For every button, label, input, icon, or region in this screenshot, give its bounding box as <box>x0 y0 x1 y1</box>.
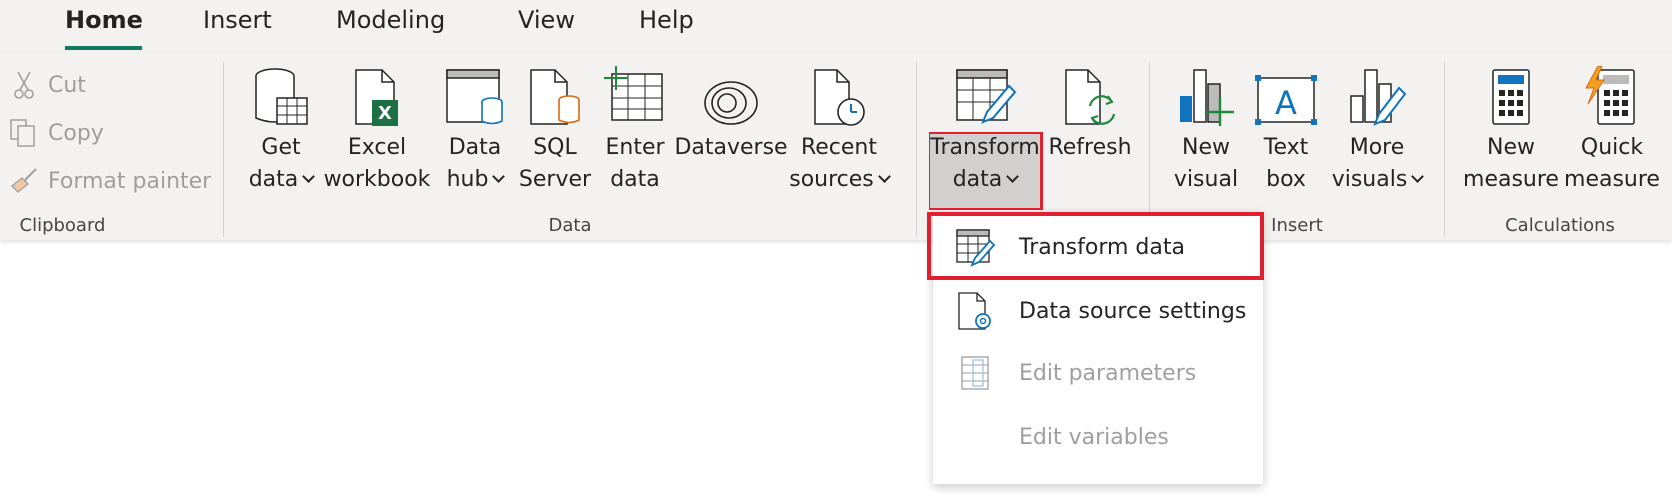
new-visual-line1: New <box>1181 135 1230 160</box>
menu-item-label: Edit parameters <box>1019 360 1197 386</box>
sql-server-button[interactable]: SQL Server <box>518 62 592 210</box>
dataverse-button[interactable]: Dataverse <box>674 62 788 210</box>
dataverse-label: Dataverse <box>674 135 788 160</box>
new-visual-icon <box>1174 62 1238 128</box>
menu-item-edit-parameters[interactable]: Edit parameters <box>933 342 1263 404</box>
table-pencil-icon <box>953 62 1017 128</box>
new-visual-button[interactable]: New visual <box>1164 62 1248 210</box>
group-separator <box>1444 62 1445 237</box>
enter-data-icon <box>603 62 667 128</box>
more-visuals-line1: More <box>1349 135 1405 160</box>
recent-sources-button[interactable]: Recent sources <box>789 62 891 210</box>
paintbrush-icon <box>8 165 40 197</box>
menu-item-label: Transform data <box>1019 234 1185 260</box>
get-data-line1: Get <box>261 135 301 160</box>
transform-line2: data <box>952 167 1003 192</box>
table-pencil-icon <box>953 225 997 269</box>
more-visuals-line2: visuals <box>1331 167 1408 192</box>
data-hub-button[interactable]: Data hub <box>437 62 513 210</box>
sql-line1: SQL <box>533 135 577 160</box>
copy-button[interactable]: Copy <box>8 117 104 149</box>
format-painter-button[interactable]: Format painter <box>8 165 211 197</box>
excel-workbook-button[interactable]: X Excel workbook <box>323 62 431 210</box>
enter-data-button[interactable]: Enter data <box>600 62 670 210</box>
active-tab-underline <box>65 46 142 50</box>
quick-measure-line1: Quick <box>1580 135 1644 160</box>
group-separator <box>223 62 224 237</box>
quick-measure-icon <box>1580 62 1644 128</box>
chevron-down-icon <box>1411 170 1425 183</box>
new-measure-line2: measure <box>1463 167 1559 192</box>
svg-text:A: A <box>1275 84 1297 122</box>
data-hub-line1: Data <box>448 135 502 160</box>
tab-modeling[interactable]: Modeling <box>336 6 445 34</box>
enter-line1: Enter <box>605 135 665 160</box>
new-visual-line2: visual <box>1173 167 1239 192</box>
chevron-down-icon <box>877 170 891 183</box>
more-visuals-icon <box>1345 62 1409 128</box>
parameters-icon <box>953 351 997 395</box>
chevron-down-icon <box>1006 170 1020 183</box>
text-box-icon: A <box>1254 62 1318 128</box>
menu-item-transform-data[interactable]: Transform data <box>933 216 1263 278</box>
clipboard-group-label: Clipboard <box>19 215 106 236</box>
tab-view[interactable]: View <box>518 6 575 34</box>
recent-line2: sources <box>789 167 874 192</box>
recent-sources-icon <box>807 62 871 128</box>
sql-server-icon <box>523 62 587 128</box>
new-measure-button[interactable]: New measure <box>1462 62 1560 210</box>
copy-icon <box>8 117 40 149</box>
document-gear-icon <box>953 289 997 333</box>
ribbon: Cut Copy Format painter Clipboard Get dat… <box>0 52 1672 240</box>
transform-data-dropdown: Transform data Data source settings Edit… <box>933 212 1263 484</box>
sql-line2: Server <box>518 167 592 192</box>
empty-icon-slot <box>953 415 997 459</box>
menu-item-label: Data source settings <box>1019 298 1247 324</box>
text-box-line2: box <box>1266 167 1306 192</box>
excel-line1: Excel <box>347 135 407 160</box>
recent-line1: Recent <box>800 135 878 160</box>
data-hub-line2: hub <box>446 167 489 192</box>
tab-help[interactable]: Help <box>639 6 694 34</box>
ribbon-tab-bar: Home Insert Modeling View Help <box>0 0 1672 52</box>
data-hub-icon <box>443 62 507 128</box>
chevron-down-icon <box>302 170 316 183</box>
chevron-down-icon <box>492 170 506 183</box>
calculator-icon <box>1479 62 1543 128</box>
calculations-group-label: Calculations <box>1505 215 1615 236</box>
excel-line2: workbook <box>323 167 431 192</box>
get-data-button[interactable]: Get data <box>240 62 322 210</box>
more-visuals-button[interactable]: More visuals <box>1325 62 1429 210</box>
refresh-label: Refresh <box>1048 135 1132 160</box>
refresh-button[interactable]: Refresh <box>1048 62 1132 210</box>
svg-text:X: X <box>378 103 392 124</box>
menu-item-label: Edit variables <box>1019 424 1169 450</box>
excel-icon: X <box>345 62 409 128</box>
data-group-label: Data <box>548 215 592 236</box>
dataverse-icon <box>699 62 763 128</box>
text-box-button[interactable]: A Text box <box>1250 62 1322 210</box>
transform-data-button[interactable]: Transform data <box>930 62 1040 210</box>
tab-home[interactable]: Home <box>65 6 143 34</box>
format-painter-label: Format painter <box>48 168 212 194</box>
get-data-line2: data <box>248 167 299 192</box>
group-separator <box>916 62 917 237</box>
database-table-icon <box>249 62 313 128</box>
menu-item-data-source-settings[interactable]: Data source settings <box>933 280 1263 342</box>
tab-insert[interactable]: Insert <box>203 6 272 34</box>
scissors-icon <box>8 69 40 101</box>
enter-line2: data <box>610 167 660 192</box>
copy-label: Copy <box>48 120 104 146</box>
new-measure-line1: New <box>1486 135 1535 160</box>
cut-label: Cut <box>48 72 86 98</box>
refresh-icon <box>1058 62 1122 128</box>
cut-button[interactable]: Cut <box>8 69 86 101</box>
text-box-line1: Text <box>1263 135 1309 160</box>
transform-line1: Transform <box>930 135 1040 160</box>
quick-measure-button[interactable]: Quick measure <box>1560 62 1664 210</box>
menu-item-edit-variables[interactable]: Edit variables <box>933 406 1263 468</box>
quick-measure-line2: measure <box>1564 167 1660 192</box>
group-separator <box>1149 62 1150 237</box>
